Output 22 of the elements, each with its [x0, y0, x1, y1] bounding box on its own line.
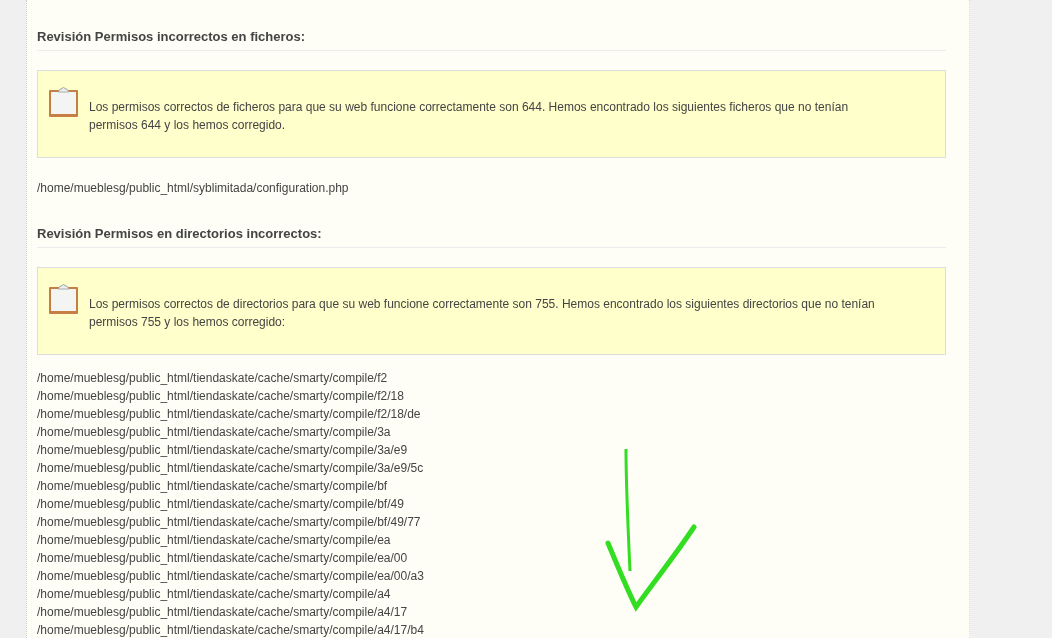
path-line: /home/mueblesg/public_html/tiendaskate/cache/smarty/compile/f2/18 [37, 388, 405, 405]
path-line: /home/mueblesg/public_html/syblimitada/configuration.php [37, 180, 350, 197]
path-line: /home/mueblesg/public_html/tiendaskate/cache/smarty/compile/3a/e9 [37, 442, 409, 459]
path-line: /home/mueblesg/public_html/tiendaskate/cache/smarty/compile/a4/17 [37, 604, 409, 621]
section-heading: Revisión Permisos en directorios incorrectos: [37, 197, 946, 248]
notice-text: Los permisos correctos de directorios para que su web funcione correctamente son 755. Hemos encontrado los siguientes directorios que no tenían permisos 755 y los hemos corregido: [89, 296, 876, 331]
path-line: /home/mueblesg/public_html/tiendaskate/cache/smarty/compile/ea/00 [37, 550, 409, 567]
path-line: /home/mueblesg/public_html/tiendaskate/cache/smarty/compile/3a/e9/5c [37, 460, 425, 477]
notice-text: Los permisos correctos de ficheros para que su web funcione correctamente son 644. Hemos encontrado los siguientes ficheros que no tenían permisos 644 y los hemos corregido. [89, 99, 850, 134]
path-line: /home/mueblesg/public_html/tiendaskate/cache/smarty/compile/ea [37, 532, 392, 549]
path-line: /home/mueblesg/public_html/tiendaskate/cache/smarty/compile/bf [37, 478, 389, 495]
path-line: /home/mueblesg/public_html/tiendaskate/cache/smarty/compile/bf/49 [37, 496, 405, 513]
path-line: /home/mueblesg/public_html/tiendaskate/cache/smarty/compile/ea/00/a3 [37, 568, 425, 585]
clipboard-icon [48, 283, 79, 315]
path-line: /home/mueblesg/public_html/tiendaskate/cache/smarty/compile/3a [37, 424, 392, 441]
section-heading: Revisión Permisos incorrectos en ficheros: [37, 0, 946, 51]
path-line: /home/mueblesg/public_html/tiendaskate/cache/smarty/compile/a4/17/b4 [37, 622, 425, 638]
clipboard-icon [48, 86, 79, 118]
path-line: /home/mueblesg/public_html/tiendaskate/cache/smarty/compile/f2/18/de [37, 406, 422, 423]
path-line: /home/mueblesg/public_html/tiendaskate/cache/smarty/compile/bf/49/77 [37, 514, 422, 531]
path-line: /home/mueblesg/public_html/tiendaskate/cache/smarty/compile/f2 [37, 370, 389, 387]
path-line: /home/mueblesg/public_html/tiendaskate/cache/smarty/compile/a4 [37, 586, 392, 603]
